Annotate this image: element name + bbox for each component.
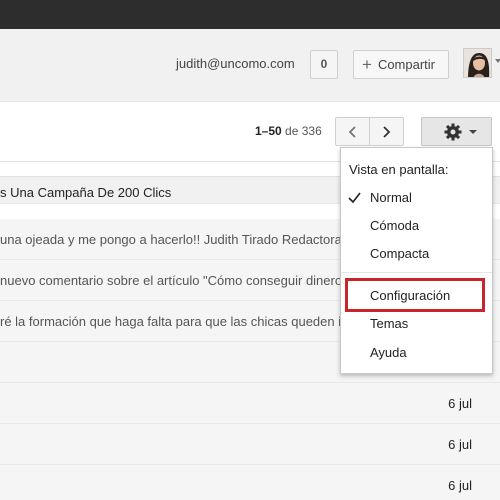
pager-range: 1–50 xyxy=(255,124,282,138)
pagination-text: 1–50 de 336 xyxy=(255,124,322,138)
menu-item-ayuda[interactable]: Ayuda xyxy=(341,340,492,366)
mail-date: 6 jul xyxy=(448,478,472,493)
chevron-down-icon xyxy=(469,130,477,134)
avatar-photo-icon xyxy=(464,49,491,77)
settings-button[interactable] xyxy=(421,117,492,146)
menu-item-normal[interactable]: Normal xyxy=(341,185,492,211)
account-email[interactable]: judith@uncomo.com xyxy=(176,56,295,71)
share-button[interactable]: + Compartir xyxy=(353,50,449,79)
share-label: Compartir xyxy=(377,57,436,72)
menu-header-display-density: Vista en pantalla: xyxy=(349,162,449,177)
menu-item-label: Temas xyxy=(370,316,409,331)
chevron-down-icon[interactable] xyxy=(495,59,500,63)
gear-icon xyxy=(444,123,462,141)
chevron-right-icon xyxy=(383,126,391,138)
menu-item-compacta[interactable]: Compacta xyxy=(341,241,492,267)
menu-item-label: Cómoda xyxy=(370,218,420,233)
mail-snippet: s Una Campaña De 200 Clics xyxy=(0,185,172,200)
settings-menu: Vista en pantalla: Normal Cómoda Compact… xyxy=(340,147,493,374)
mail-snippet: una ojeada y me pongo a hacerlo!! Judith… xyxy=(0,232,342,247)
menu-item-label: Ayuda xyxy=(370,345,407,360)
menu-item-comoda[interactable]: Cómoda xyxy=(341,213,492,239)
menu-divider xyxy=(341,272,492,273)
newer-page-button[interactable] xyxy=(369,117,404,146)
avatar[interactable] xyxy=(463,48,492,78)
mail-date: 6 jul xyxy=(448,396,472,411)
mail-row[interactable]: 6 jul xyxy=(0,424,500,465)
menu-item-temas[interactable]: Temas xyxy=(341,311,492,337)
older-page-button[interactable] xyxy=(335,117,370,146)
mail-snippet: ré la formación que haga falta para que … xyxy=(0,314,342,329)
menu-item-label: Compacta xyxy=(370,246,430,261)
checkmark-icon xyxy=(348,192,361,204)
top-black-bar xyxy=(0,0,500,29)
chevron-left-icon xyxy=(348,126,356,138)
mail-date: 6 jul xyxy=(448,437,472,452)
notification-count-button[interactable]: 0 xyxy=(310,50,338,79)
mail-row[interactable]: 6 jul xyxy=(0,383,500,424)
plus-icon: + xyxy=(362,55,372,74)
pager-total: 336 xyxy=(301,124,322,138)
pager-of: de xyxy=(285,124,299,138)
highlight-box xyxy=(345,278,485,312)
mail-row[interactable]: 6 jul xyxy=(0,465,500,500)
mail-snippet: nuevo comentario sobre el artículo "Cómo… xyxy=(0,273,343,288)
menu-item-label: Normal xyxy=(370,190,412,205)
